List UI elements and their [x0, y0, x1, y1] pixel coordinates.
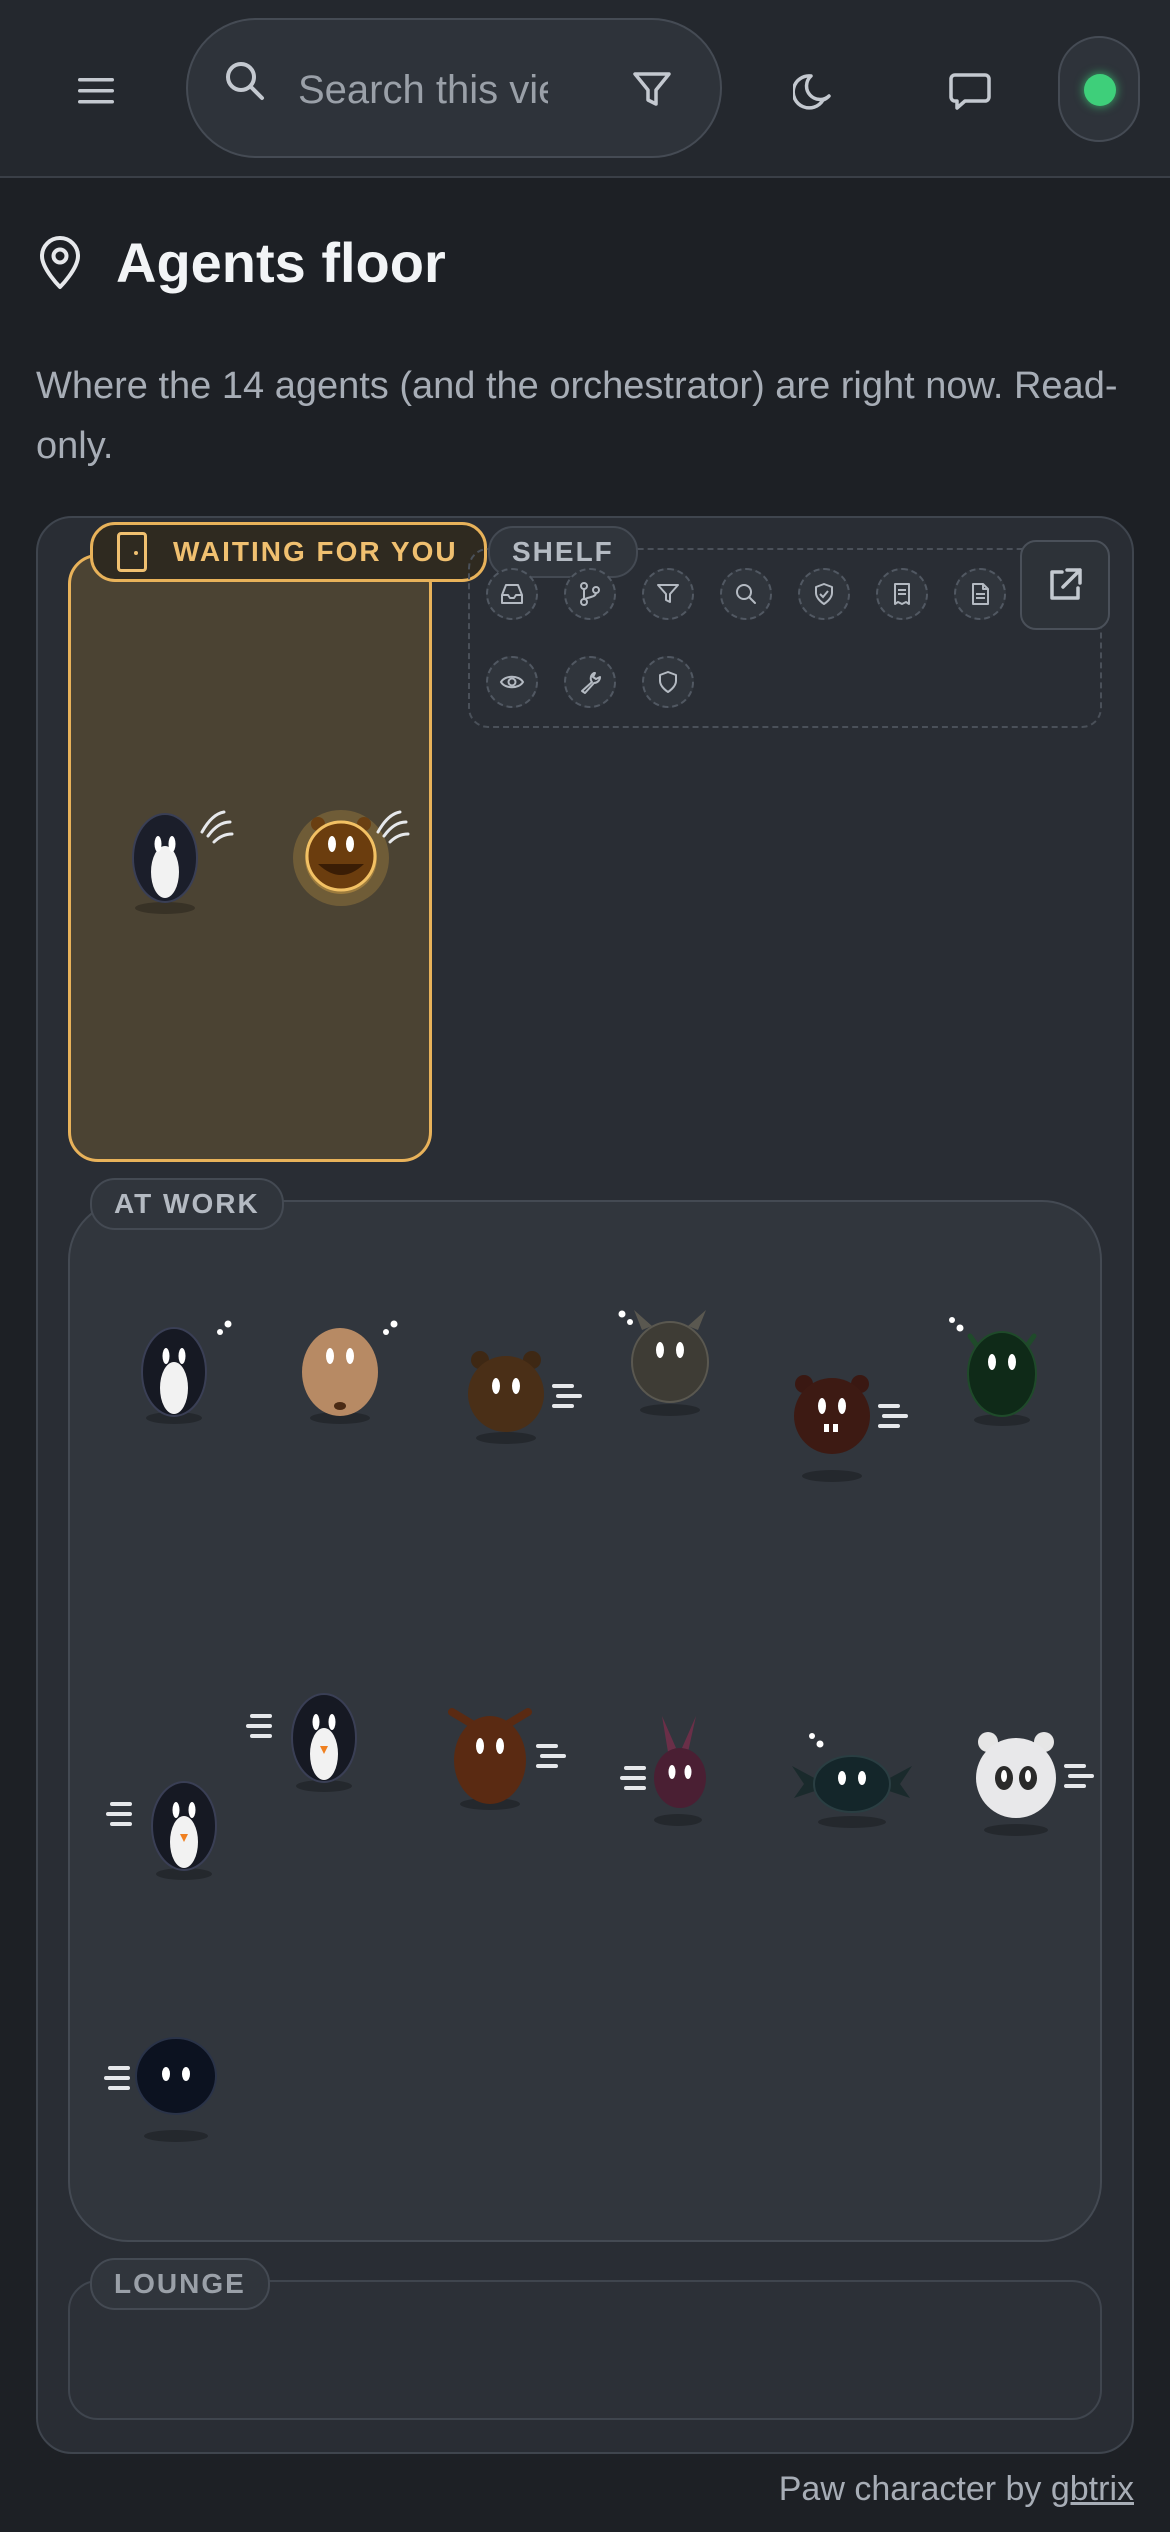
eye-icon	[499, 675, 525, 689]
shelf-tool-eye[interactable]	[486, 656, 538, 708]
shelf-tool-inbox[interactable]	[486, 568, 538, 620]
at-work-zone-label: AT WORK	[90, 1178, 284, 1230]
page-description: Where the 14 agents (and the orchestrato…	[36, 365, 1118, 467]
chat-button[interactable]	[930, 55, 1010, 127]
agent-deer-moving[interactable]	[440, 1690, 570, 1815]
credit-text: Paw character by	[778, 2470, 1042, 2508]
agent-penguin-moving-2[interactable]	[246, 1676, 366, 1801]
shelf-tool-wrench[interactable]	[564, 656, 616, 708]
shelf-tool-receipt[interactable]	[876, 568, 928, 620]
shield-icon	[659, 671, 677, 693]
credit-line: Paw character by gbtrix	[779, 2470, 1134, 2509]
git-branch-icon	[580, 582, 600, 606]
page-title: Agents floor	[116, 231, 446, 294]
external-link-icon	[1050, 568, 1082, 600]
waiting-zone-label: WAITING FOR YOU	[90, 522, 487, 582]
shelf-tool-search[interactable]	[720, 568, 772, 620]
shelf-tool-filter[interactable]	[642, 568, 694, 620]
wrench-icon	[581, 672, 601, 694]
shelf-tool-document[interactable]	[954, 568, 1006, 620]
agent-panda-moving[interactable]	[970, 1720, 1100, 1845]
door-icon	[117, 532, 147, 572]
agent-blob-moving[interactable]	[100, 2034, 230, 2149]
credit-link[interactable]: gbtrix	[1051, 2470, 1134, 2508]
search-icon	[226, 62, 264, 100]
search-box	[186, 18, 722, 158]
search-input[interactable]	[298, 64, 548, 116]
moon-icon	[793, 74, 831, 110]
shelf-tool-git-branch[interactable]	[564, 568, 616, 620]
chat-bubble-icon	[949, 73, 991, 110]
agent-penguin-thinking[interactable]	[132, 1310, 252, 1435]
agent-bear-moving[interactable]	[462, 1330, 582, 1455]
filter-icon	[657, 584, 679, 603]
receipt-icon	[894, 583, 910, 605]
agent-bunny-moving[interactable]	[620, 1710, 740, 1835]
popout-button[interactable]	[1020, 540, 1110, 630]
agent-beaver-thinking[interactable]	[296, 1310, 416, 1435]
document-icon	[972, 583, 989, 605]
agent-frog-thinking[interactable]	[949, 1310, 1070, 1435]
filter-button[interactable]	[618, 56, 686, 124]
agent-bear-dark-moving[interactable]	[788, 1366, 908, 1491]
agent-penguin-moving-1[interactable]	[106, 1764, 226, 1889]
page-header: Agents floor	[36, 230, 446, 295]
agent-penguin-waiting[interactable]	[120, 800, 240, 925]
hamburger-icon	[78, 78, 114, 104]
lounge-zone-label: LOUNGE	[90, 2258, 270, 2310]
waiting-zone-label-text: WAITING FOR YOU	[173, 536, 458, 567]
filter-icon	[633, 72, 671, 106]
map-pin-icon	[40, 235, 80, 289]
shelf-tool-shield-check[interactable]	[798, 568, 850, 620]
theme-toggle-button[interactable]	[774, 55, 854, 127]
status-dot	[1084, 74, 1116, 106]
shelf-tool-shield[interactable]	[642, 656, 694, 708]
menu-button[interactable]	[60, 55, 132, 127]
connection-status[interactable]	[1058, 36, 1140, 142]
search-icon	[736, 584, 756, 604]
inbox-icon	[501, 584, 523, 604]
agent-bear-waiting[interactable]	[293, 800, 416, 925]
shield-check-icon	[815, 583, 833, 605]
top-bar	[0, 0, 1170, 178]
agent-bat-thinking[interactable]	[790, 1730, 920, 1835]
agent-goat-thinking[interactable]	[616, 1300, 736, 1425]
